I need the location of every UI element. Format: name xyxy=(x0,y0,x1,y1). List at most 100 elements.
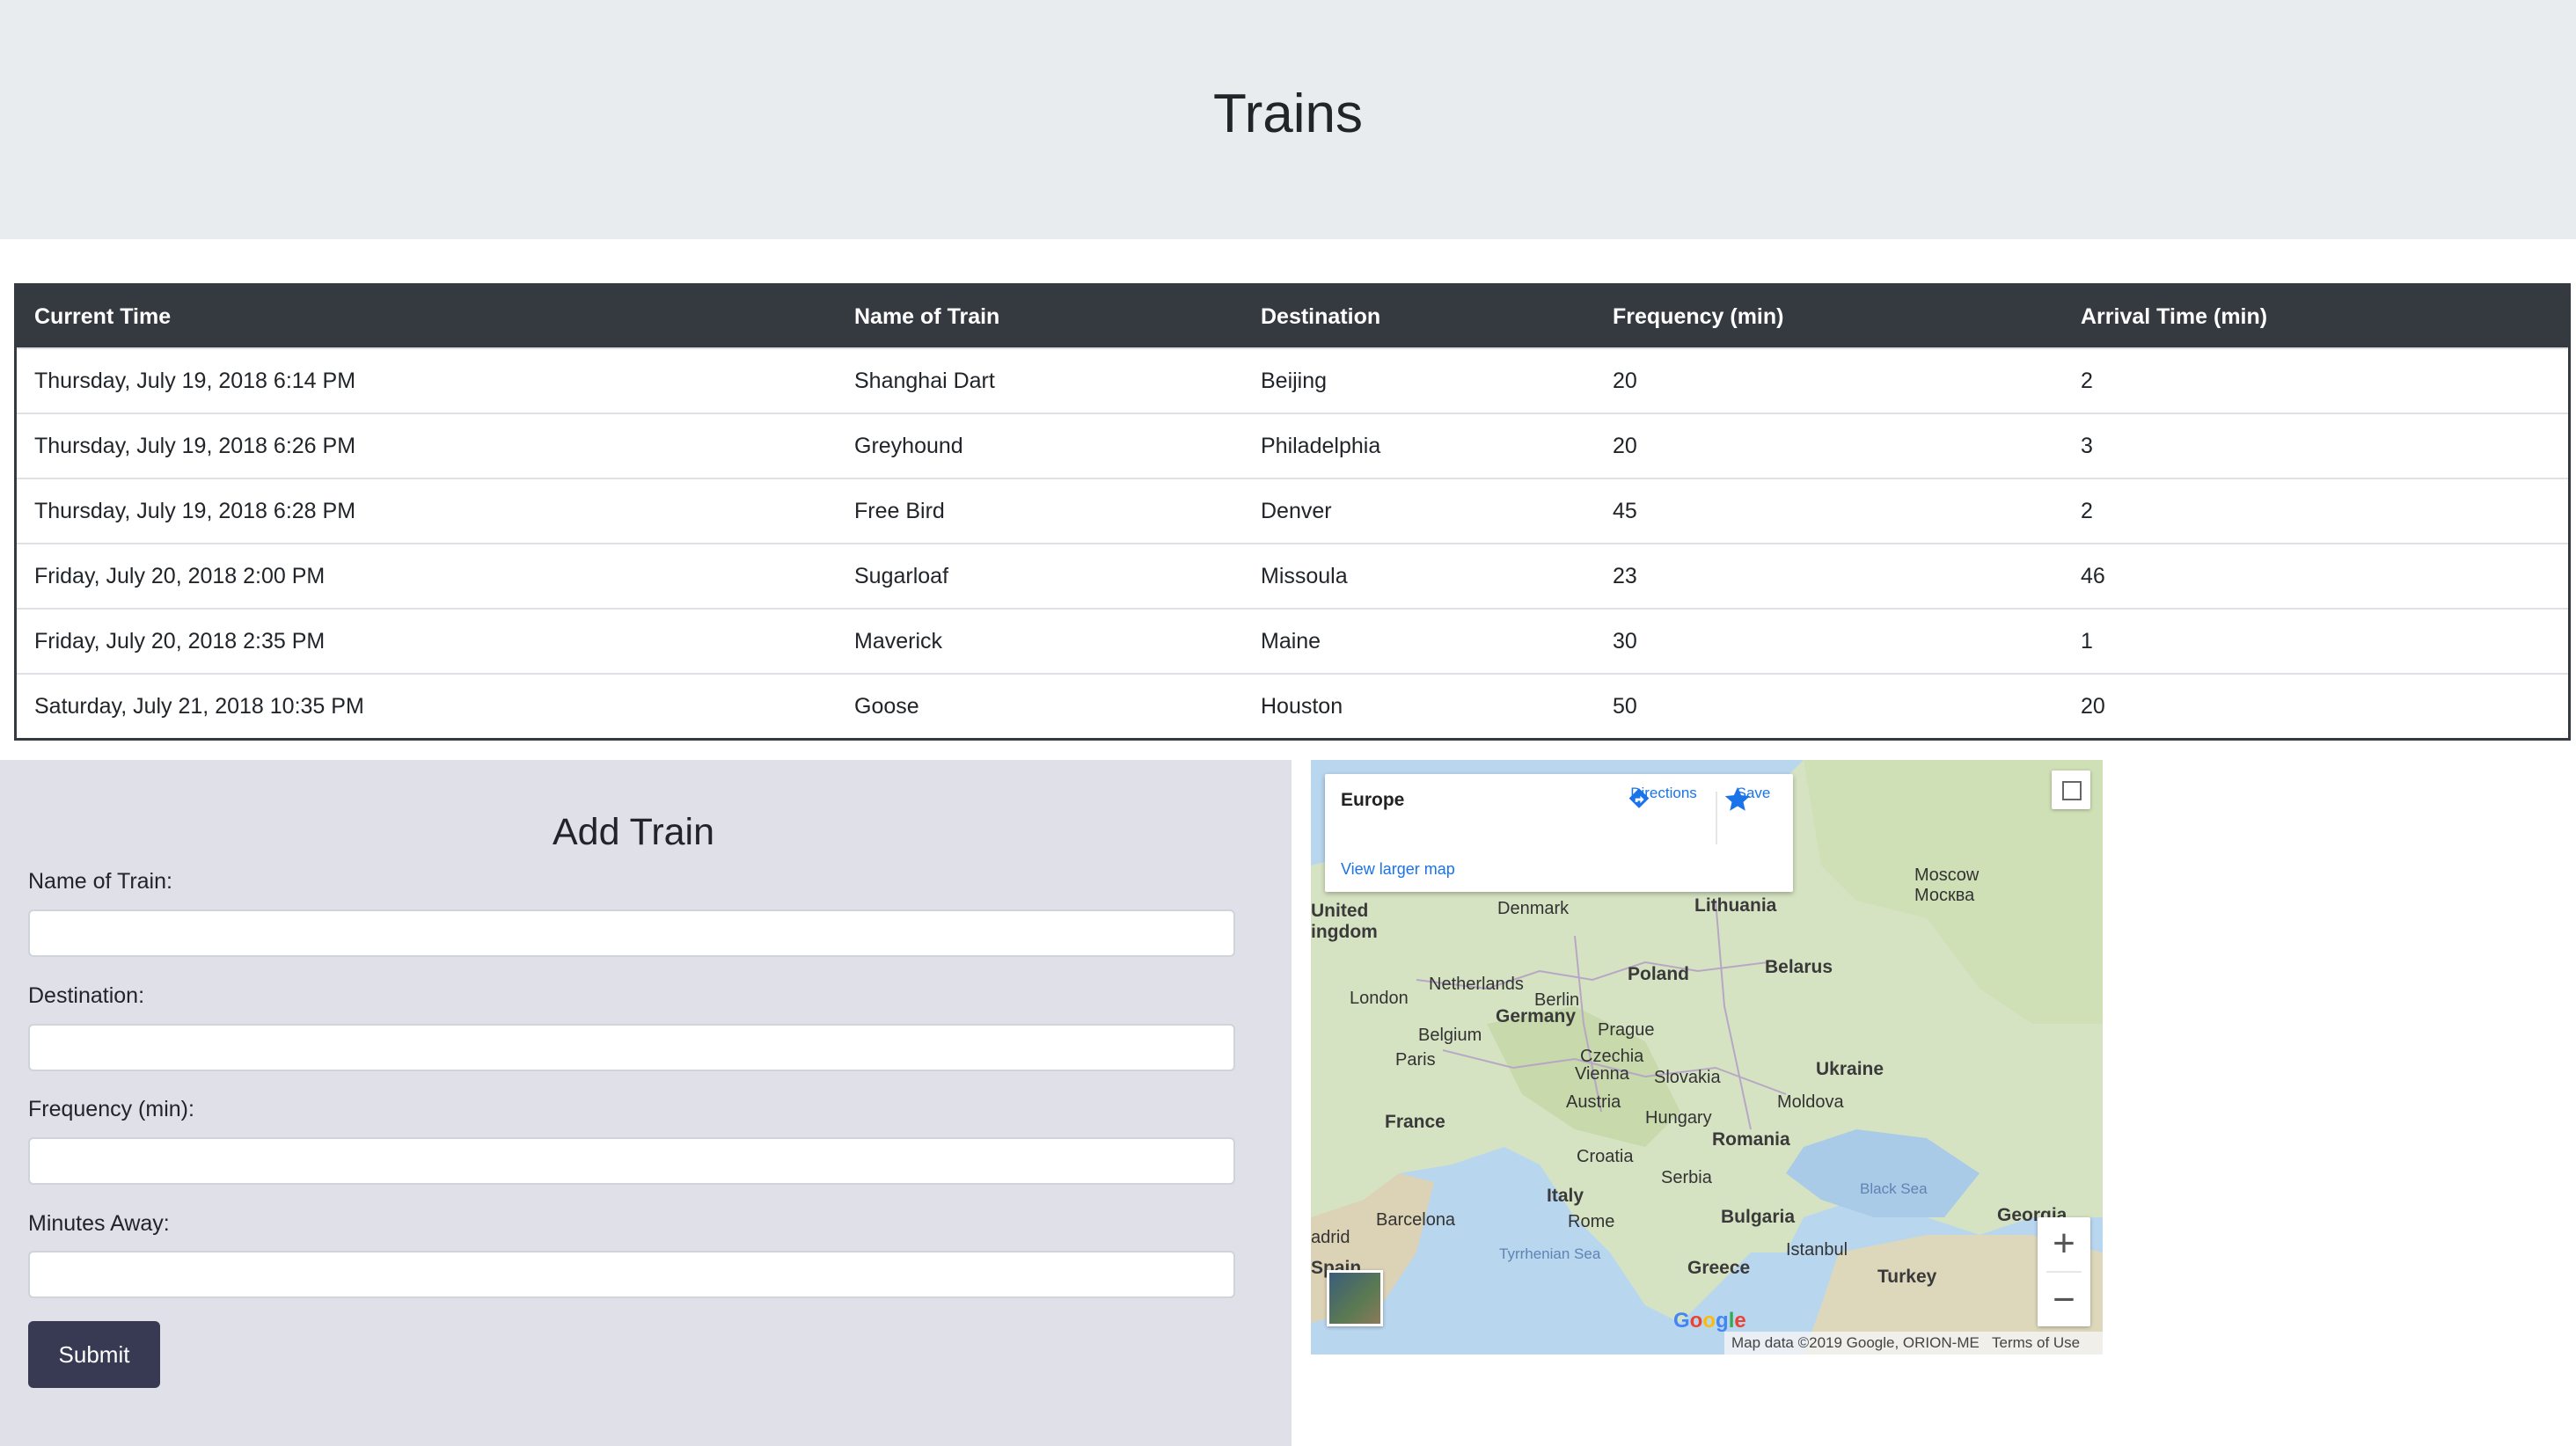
page-title: Trains xyxy=(1213,84,1363,144)
map-label-london: London xyxy=(1350,989,1409,1008)
cell-train-name: Sugarloaf xyxy=(837,543,1243,609)
cell-frequency: 30 xyxy=(1595,608,2063,674)
map-label-greece: Greece xyxy=(1687,1258,1751,1278)
cell-current-time: Friday, July 20, 2018 2:00 PM xyxy=(15,543,837,609)
map-label-turkey: Turkey xyxy=(1877,1267,1937,1287)
cell-destination: Denver xyxy=(1243,478,1595,544)
fullscreen-icon xyxy=(2062,781,2082,800)
star-icon xyxy=(1724,786,1751,811)
cell-train-name: Maverick xyxy=(837,608,1243,674)
frequency-input[interactable] xyxy=(28,1137,1235,1185)
cell-destination: Missoula xyxy=(1243,543,1595,609)
map-label-austria: Austria xyxy=(1566,1092,1621,1112)
map-label-rome: Rome xyxy=(1568,1212,1615,1231)
map-label-moldova: Moldova xyxy=(1777,1092,1844,1112)
trains-table: Current Time Name of Train Destination F… xyxy=(14,283,2571,741)
column-header-frequency: Frequency (min) xyxy=(1595,284,2063,348)
map-data-attribution: Map data ©2019 Google, ORION-ME xyxy=(1731,1334,1980,1351)
zoom-control: + − xyxy=(2038,1217,2090,1326)
cell-frequency: 50 xyxy=(1595,673,2063,740)
minutes-away-label: Minutes Away: xyxy=(28,1211,170,1236)
map-place-name: Europe xyxy=(1341,790,1405,810)
train-name-input[interactable] xyxy=(28,909,1235,957)
cell-destination: Houston xyxy=(1243,673,1595,740)
cell-arrival: 46 xyxy=(2063,543,2570,609)
map-label-germany: Germany xyxy=(1496,1006,1577,1026)
map-label-bulgaria: Bulgaria xyxy=(1721,1207,1796,1227)
map-label-tyrrhenian-sea: Tyrrhenian Sea xyxy=(1499,1245,1601,1262)
cell-train-name: Shanghai Dart xyxy=(837,347,1243,413)
train-name-label: Name of Train: xyxy=(28,869,172,894)
zoom-divider xyxy=(2046,1271,2082,1273)
column-header-train-name: Name of Train xyxy=(837,284,1243,348)
map-label-uk: United ingdom xyxy=(1311,901,1378,942)
map-label-serbia: Serbia xyxy=(1661,1168,1712,1187)
cell-train-name: Greyhound xyxy=(837,413,1243,478)
zoom-in-button[interactable]: + xyxy=(2038,1217,2090,1270)
cell-current-time: Thursday, July 19, 2018 6:26 PM xyxy=(15,413,837,478)
map-label-denmark: Denmark xyxy=(1497,899,1570,918)
table-row: Friday, July 20, 2018 2:00 PM Sugarloaf … xyxy=(15,543,2570,609)
map-label-romania: Romania xyxy=(1712,1129,1790,1150)
map-info-card: Europe Directions Save View larger map xyxy=(1325,774,1793,892)
map-label-madrid: adrid xyxy=(1311,1228,1350,1247)
destination-label: Destination: xyxy=(28,983,145,1008)
terms-of-use-link[interactable]: Terms of Use xyxy=(1992,1332,2080,1355)
map-attribution-bar: Map data ©2019 Google, ORION-ME Terms of… xyxy=(1724,1332,2103,1355)
cell-frequency: 45 xyxy=(1595,478,2063,544)
cell-arrival: 3 xyxy=(2063,413,2570,478)
map-label-prague: Prague xyxy=(1598,1020,1655,1040)
column-header-destination: Destination xyxy=(1243,284,1595,348)
map-label-black-sea: Black Sea xyxy=(1860,1180,1928,1197)
cell-train-name: Free Bird xyxy=(837,478,1243,544)
column-header-current-time: Current Time xyxy=(15,284,837,348)
map-label-slovakia: Slovakia xyxy=(1654,1068,1721,1087)
cell-destination: Philadelphia xyxy=(1243,413,1595,478)
cell-current-time: Thursday, July 19, 2018 6:14 PM xyxy=(15,347,837,413)
map-label-hungary: Hungary xyxy=(1645,1108,1712,1128)
minutes-away-input[interactable] xyxy=(28,1251,1235,1298)
column-header-arrival: Arrival Time (min) xyxy=(2063,284,2570,348)
map-label-italy: Italy xyxy=(1547,1186,1584,1206)
map-label-netherlands: Netherlands xyxy=(1429,975,1524,994)
google-logo: Google xyxy=(1673,1309,1746,1333)
map-label-belgium: Belgium xyxy=(1418,1026,1482,1045)
cell-arrival: 2 xyxy=(2063,347,2570,413)
google-map[interactable]: United ingdom Denmark Lithuania Moscow М… xyxy=(1311,760,2103,1355)
table-row: Thursday, July 19, 2018 6:26 PM Greyhoun… xyxy=(15,413,2570,478)
cell-train-name: Goose xyxy=(837,673,1243,740)
map-label-paris: Paris xyxy=(1395,1050,1436,1070)
view-larger-map-link[interactable]: View larger map xyxy=(1341,860,1455,879)
cell-arrival: 20 xyxy=(2063,673,2570,740)
directions-icon xyxy=(1628,788,1650,808)
zoom-out-button[interactable]: − xyxy=(2038,1274,2090,1326)
table-row: Saturday, July 21, 2018 10:35 PM Goose H… xyxy=(15,673,2570,740)
save-button[interactable]: Save xyxy=(1723,785,1784,811)
map-label-france: France xyxy=(1385,1112,1445,1132)
cell-frequency: 23 xyxy=(1595,543,2063,609)
info-card-divider xyxy=(1716,792,1717,844)
cell-arrival: 2 xyxy=(2063,478,2570,544)
table-row: Thursday, July 19, 2018 6:28 PM Free Bir… xyxy=(15,478,2570,544)
map-label-istanbul: Istanbul xyxy=(1786,1240,1848,1260)
destination-input[interactable] xyxy=(28,1024,1235,1071)
fullscreen-button[interactable] xyxy=(2052,770,2090,809)
map-label-moscow: Moscow Москва xyxy=(1914,865,1980,905)
cell-destination: Maine xyxy=(1243,608,1595,674)
add-train-panel: Add Train Name of Train: Destination: Fr… xyxy=(0,760,1292,1446)
cell-current-time: Thursday, July 19, 2018 6:28 PM xyxy=(15,478,837,544)
map-label-poland: Poland xyxy=(1628,964,1690,984)
cell-current-time: Friday, July 20, 2018 2:35 PM xyxy=(15,608,837,674)
cell-current-time: Saturday, July 21, 2018 10:35 PM xyxy=(15,673,837,740)
table-row: Thursday, July 19, 2018 6:14 PM Shanghai… xyxy=(15,347,2570,413)
directions-button[interactable]: Directions xyxy=(1624,785,1703,808)
satellite-toggle-button[interactable] xyxy=(1327,1270,1383,1326)
map-label-croatia: Croatia xyxy=(1577,1147,1634,1166)
cell-arrival: 1 xyxy=(2063,608,2570,674)
cell-destination: Beijing xyxy=(1243,347,1595,413)
map-label-lithuania: Lithuania xyxy=(1694,895,1777,916)
table-row: Friday, July 20, 2018 2:35 PM Maverick M… xyxy=(15,608,2570,674)
cell-frequency: 20 xyxy=(1595,347,2063,413)
map-label-barcelona: Barcelona xyxy=(1376,1210,1456,1230)
submit-button[interactable]: Submit xyxy=(28,1321,160,1388)
